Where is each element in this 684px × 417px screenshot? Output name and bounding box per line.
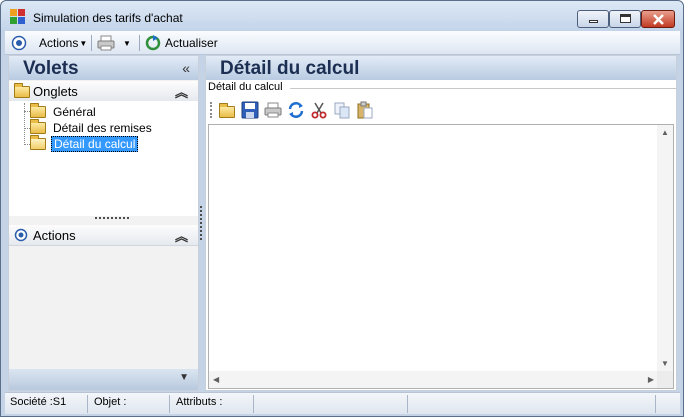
- right-header: Détail du calcul: [206, 56, 676, 80]
- volets-title: Volets: [23, 58, 79, 79]
- tree-item-label: Général: [53, 105, 96, 119]
- folder-icon: [14, 83, 30, 98]
- chevron-down-icon[interactable]: ▼: [179, 372, 189, 383]
- page-title: Détail du calcul: [220, 58, 360, 79]
- copy-icon[interactable]: [333, 101, 351, 119]
- scroll-down-icon[interactable]: ▼: [661, 359, 669, 368]
- actions-group-header[interactable]: Actions ︽: [9, 225, 198, 246]
- dropdown-arrow-icon: ▼: [123, 38, 131, 48]
- status-bar: Société :S1 Objet : Attributs :: [5, 392, 680, 414]
- calculation-detail-area[interactable]: ▲ ▼ ◀ ▶: [208, 124, 674, 389]
- right-panel: Détail du calcul Détail du calcul ▲ ▼ ◀ …: [205, 55, 677, 391]
- printer-icon[interactable]: [264, 101, 282, 119]
- status-object: Objet :: [94, 396, 127, 408]
- minimize-button[interactable]: [577, 10, 609, 28]
- scroll-left-icon[interactable]: ◀: [213, 375, 219, 384]
- scroll-up-icon[interactable]: ▲: [661, 128, 669, 137]
- printer-icon: [97, 35, 115, 51]
- toolbar-grip: [210, 102, 212, 118]
- refresh-button[interactable]: Actualiser: [145, 34, 218, 52]
- target-icon: [11, 35, 27, 51]
- chevron-up-icon[interactable]: ︽: [175, 226, 188, 245]
- chevron-up-icon[interactable]: ︽: [175, 82, 188, 101]
- refresh-label: Actualiser: [165, 36, 218, 50]
- cut-icon[interactable]: [310, 101, 328, 119]
- status-attributes: Attributs :: [176, 396, 223, 408]
- scroll-right-icon[interactable]: ▶: [648, 375, 654, 384]
- maximize-icon: [620, 14, 631, 23]
- window-title: Simulation des tarifs d'achat: [33, 11, 183, 25]
- splitter-grip[interactable]: [95, 217, 129, 219]
- folder-icon: [30, 103, 46, 118]
- tabs-group-header[interactable]: Onglets ︽: [9, 81, 198, 102]
- status-company: Société :S1: [10, 396, 67, 408]
- volets-header: Volets «: [9, 56, 198, 80]
- panel-overflow-bar[interactable]: ▼: [9, 369, 198, 390]
- section-divider: [290, 88, 676, 89]
- tabs-group-title: Onglets: [33, 84, 78, 99]
- status-divider: [655, 395, 656, 413]
- status-divider: [253, 395, 254, 413]
- tree-item-general[interactable]: Général: [30, 103, 98, 120]
- app-window: Simulation des tarifs d'achat Actions ▼: [0, 0, 684, 417]
- tree-item-label: Détail du calcul: [51, 136, 139, 152]
- status-divider: [407, 395, 408, 413]
- refresh-icon: [145, 35, 161, 51]
- status-divider: [87, 395, 88, 413]
- section-label: Détail du calcul: [208, 81, 287, 93]
- close-icon: [653, 14, 664, 25]
- target-icon: [14, 228, 28, 242]
- tree-item-label: Détail des remises: [53, 121, 152, 135]
- close-button[interactable]: [641, 10, 675, 28]
- minimize-icon: [589, 20, 598, 23]
- open-folder-icon[interactable]: [218, 101, 236, 119]
- save-icon[interactable]: [241, 101, 259, 119]
- tabs-tree: Général Détail des remises Détail du cal…: [9, 101, 198, 216]
- actions-group-title: Actions: [33, 228, 76, 243]
- horizontal-scrollbar[interactable]: ◀ ▶: [209, 371, 658, 388]
- paste-icon[interactable]: [356, 101, 374, 119]
- vertical-scrollbar[interactable]: ▲ ▼: [657, 125, 673, 371]
- app-icon: [10, 9, 26, 25]
- tree-item-detail-calcul[interactable]: Détail du calcul: [30, 135, 139, 152]
- actions-body: [9, 246, 198, 368]
- actions-menu-label: Actions: [39, 36, 79, 50]
- title-bar[interactable]: Simulation des tarifs d'achat: [1, 1, 683, 31]
- refresh-icon[interactable]: [287, 101, 305, 119]
- vertical-splitter-grip[interactable]: [200, 206, 202, 240]
- actions-menu-button[interactable]: Actions ▼: [11, 34, 87, 52]
- folder-icon: [30, 119, 46, 134]
- status-divider: [169, 395, 170, 413]
- tree-connector: [24, 103, 25, 145]
- scroll-corner: [657, 371, 673, 388]
- collapse-panel-icon[interactable]: «: [182, 60, 190, 76]
- open-folder-icon: [30, 135, 46, 150]
- content-toolbar: [210, 99, 379, 121]
- maximize-button[interactable]: [609, 10, 641, 28]
- main-toolbar: Actions ▼ ▼ Actualiser: [5, 31, 680, 55]
- print-dropdown-button[interactable]: ▼: [97, 34, 131, 52]
- toolbar-separator: [139, 35, 140, 51]
- left-panel: Volets « Onglets ︽ Général Détail des re…: [8, 55, 199, 391]
- toolbar-separator: [91, 35, 92, 51]
- tree-item-detail-remises[interactable]: Détail des remises: [30, 119, 154, 136]
- dropdown-arrow-icon: ▼: [79, 38, 88, 48]
